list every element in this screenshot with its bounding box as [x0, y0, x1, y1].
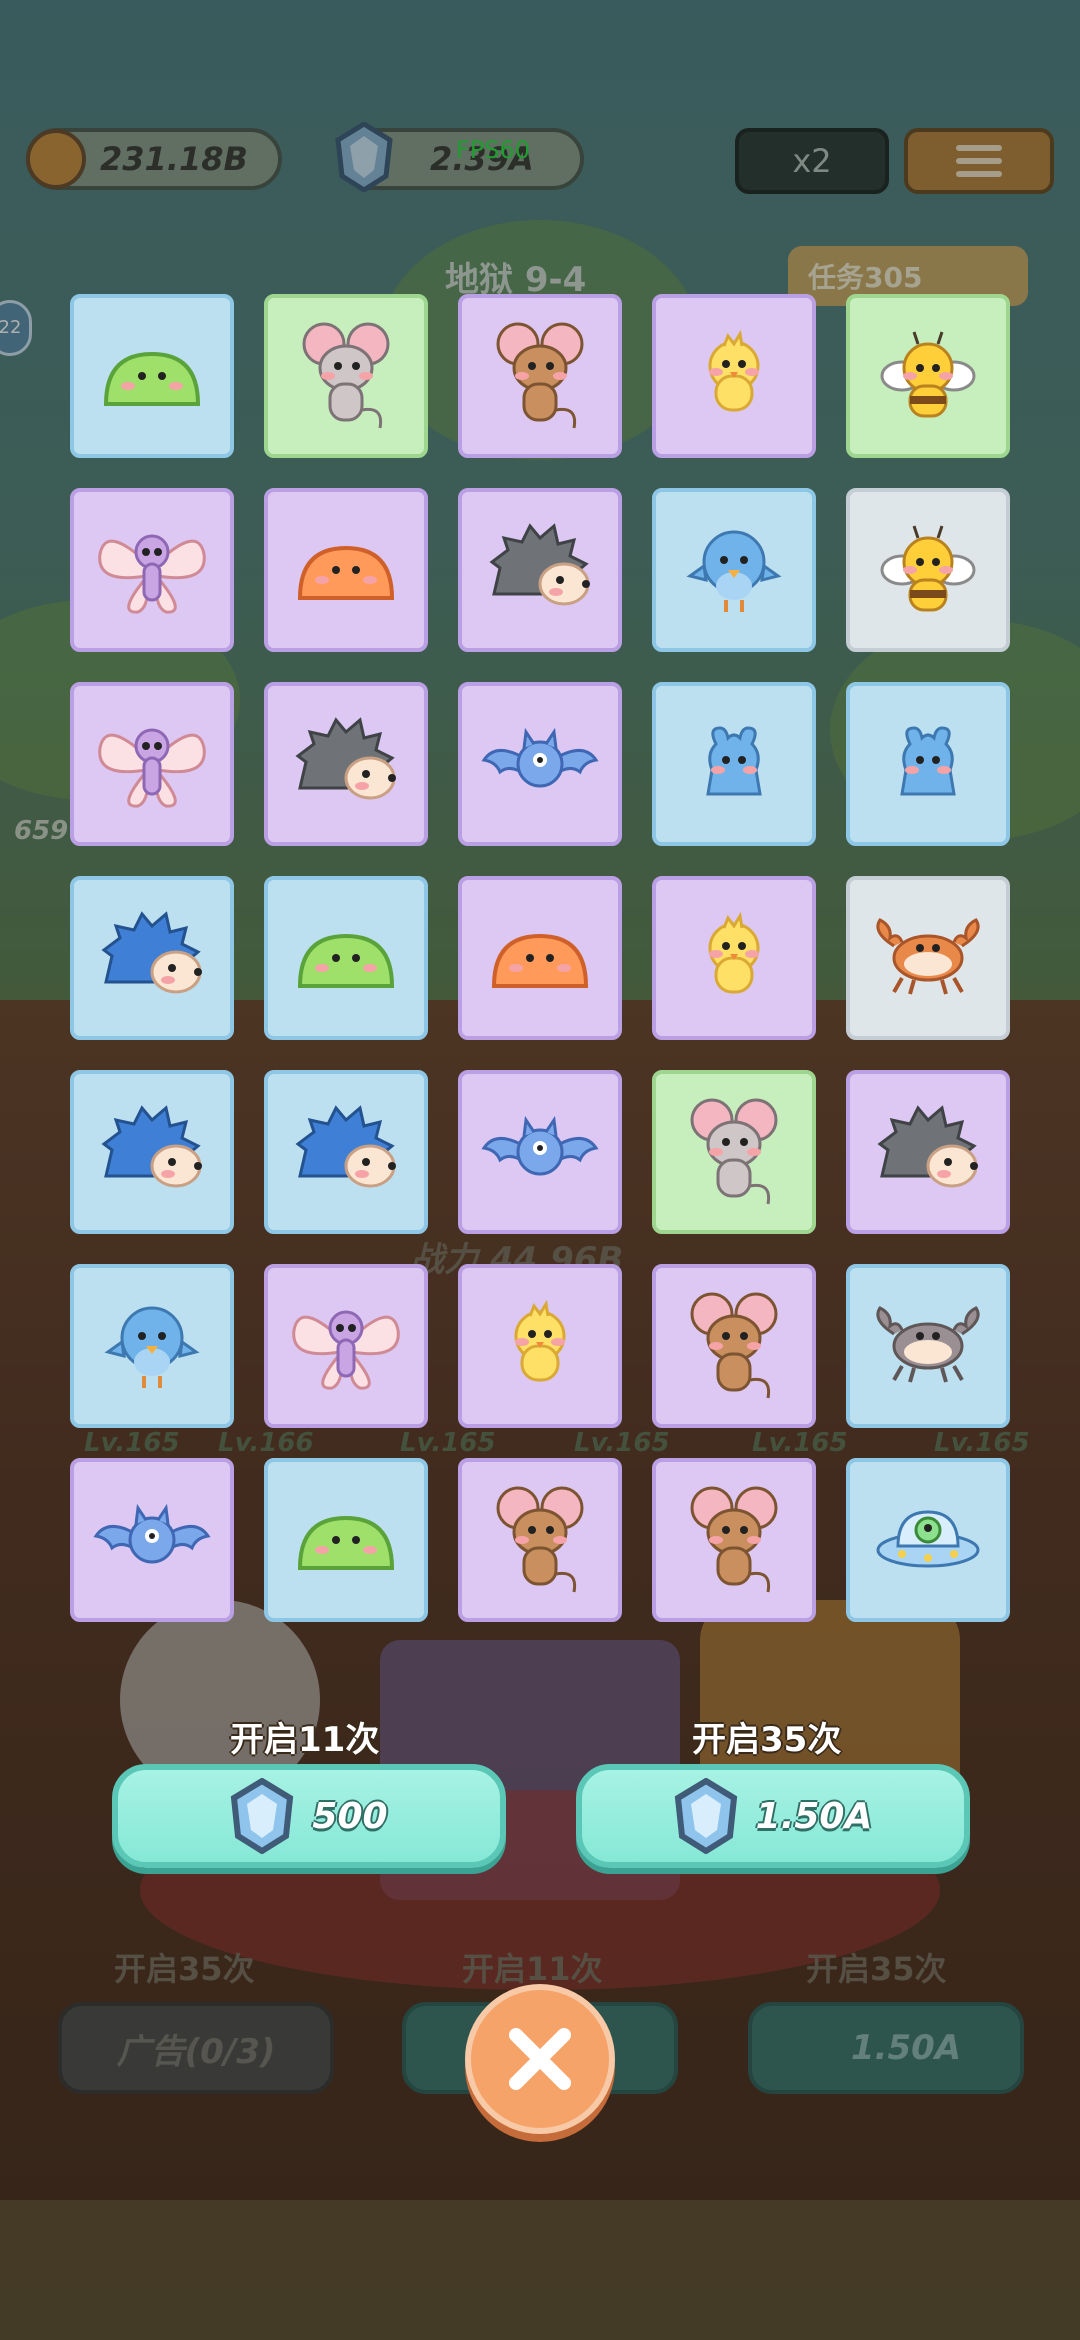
bee-icon	[880, 525, 976, 612]
gem-icon	[674, 1778, 738, 1854]
butterfly-icon	[98, 534, 206, 614]
reward-tile	[846, 876, 1010, 1040]
butterfly-icon	[98, 728, 206, 808]
reward-tile	[458, 1264, 622, 1428]
crab-orange-icon	[876, 918, 980, 995]
reward-tile	[846, 682, 1010, 846]
reward-tile	[70, 1264, 234, 1428]
reward-tile	[70, 1458, 234, 1622]
slime-orange-icon	[297, 545, 395, 600]
reward-tile	[70, 876, 234, 1040]
slime-green-icon	[297, 933, 395, 988]
reward-tile	[846, 1264, 1010, 1428]
reward-tile	[652, 682, 816, 846]
open-35-label: 开启35次	[692, 1720, 842, 1760]
reward-tile	[264, 1458, 428, 1622]
open-11-cost: 500	[312, 1795, 388, 1837]
reward-tile	[652, 294, 816, 458]
bird-blue-icon	[686, 530, 782, 612]
reward-tile	[458, 682, 622, 846]
blob-blue-icon	[706, 726, 762, 796]
close-icon	[509, 2028, 571, 2090]
reward-tile	[652, 488, 816, 652]
chick-icon	[514, 1299, 566, 1382]
reward-tile	[458, 294, 622, 458]
chick-icon	[708, 329, 760, 412]
hedgehog-blue-icon	[101, 911, 202, 994]
mouse-brown-icon	[496, 1486, 584, 1593]
reward-tile	[458, 1458, 622, 1622]
reward-tile	[264, 1070, 428, 1234]
chick-icon	[708, 911, 760, 994]
blob-blue-icon	[900, 726, 956, 796]
reward-tile	[652, 1264, 816, 1428]
mouse-brown-icon	[690, 1292, 778, 1399]
open-35-cost: 1.50A	[755, 1795, 873, 1837]
reward-tile	[264, 876, 428, 1040]
mouse-gray-icon	[690, 1098, 778, 1205]
reward-tile	[846, 1458, 1010, 1622]
hedgehog-gray-icon	[877, 1105, 978, 1188]
bat-icon	[93, 1503, 211, 1564]
hedgehog-gray-icon	[295, 717, 396, 800]
reward-tile	[458, 488, 622, 652]
open-11-button[interactable]: 500	[112, 1764, 506, 1868]
mouse-brown-icon	[496, 322, 584, 429]
mouse-brown-icon	[690, 1486, 778, 1593]
hedgehog-blue-icon	[101, 1105, 202, 1188]
reward-tile	[264, 1264, 428, 1428]
butterfly-icon	[292, 1310, 400, 1390]
ufo-icon	[876, 1510, 980, 1568]
open-35-button[interactable]: 1.50A	[576, 1764, 970, 1868]
reward-tile	[264, 294, 428, 458]
bird-blue-icon	[104, 1306, 200, 1388]
slime-orange-icon	[491, 933, 589, 988]
reward-tile	[70, 488, 234, 652]
bat-icon	[481, 1115, 599, 1176]
hedgehog-blue-icon	[295, 1105, 396, 1188]
reward-tile	[264, 488, 428, 652]
reward-tile	[846, 1070, 1010, 1234]
reward-tile	[70, 682, 234, 846]
crab-gray-icon	[876, 1306, 980, 1383]
close-button[interactable]	[465, 1984, 615, 2134]
reward-tile	[70, 294, 234, 458]
reward-tile	[458, 876, 622, 1040]
reward-tile	[264, 682, 428, 846]
gem-icon	[230, 1778, 294, 1854]
hedgehog-gray-icon	[489, 523, 590, 606]
reward-tile	[652, 1070, 816, 1234]
mouse-gray-icon	[302, 322, 390, 429]
slime-green-icon	[297, 1515, 395, 1570]
open-11-label: 开启11次	[230, 1720, 380, 1760]
reward-grid	[70, 294, 1010, 1624]
reward-tile	[846, 488, 1010, 652]
reward-tile	[652, 1458, 816, 1622]
slime-green-icon	[103, 351, 201, 406]
reward-tile	[652, 876, 816, 1040]
reward-tile	[846, 294, 1010, 458]
reward-tile	[70, 1070, 234, 1234]
bat-icon	[481, 727, 599, 788]
bee-icon	[880, 331, 976, 418]
reward-tile	[458, 1070, 622, 1234]
